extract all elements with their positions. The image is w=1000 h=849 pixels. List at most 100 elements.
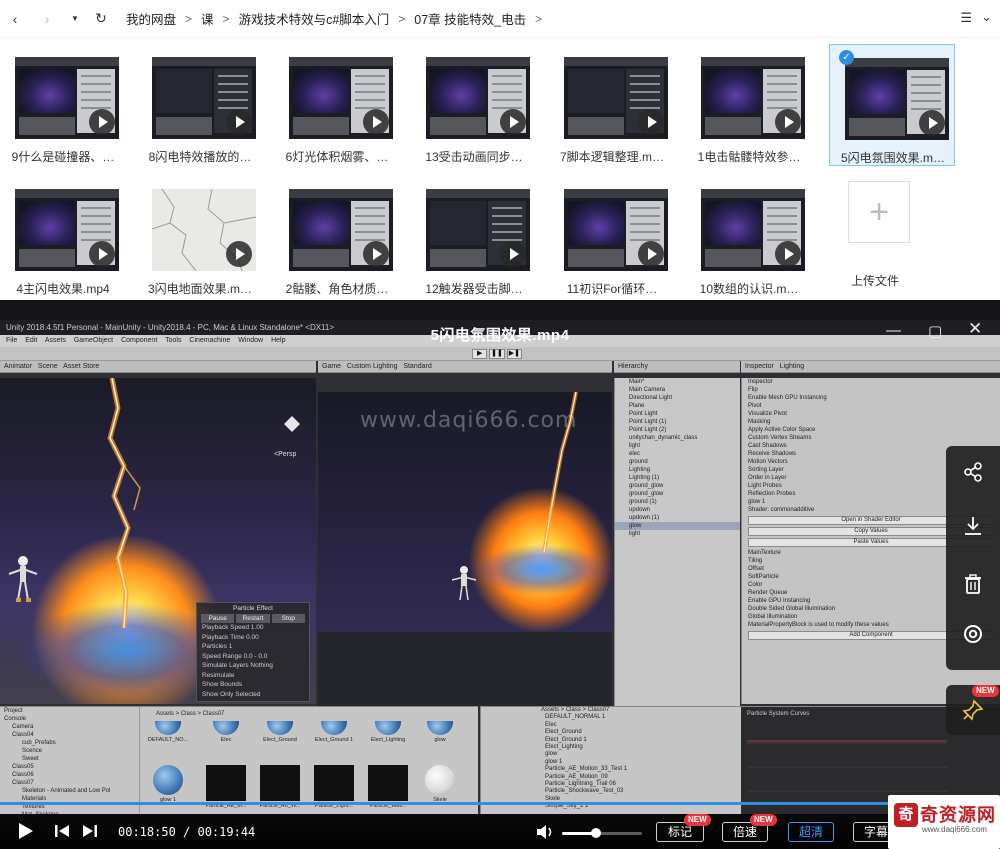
refresh-icon[interactable]: ↻ <box>90 8 112 30</box>
maximize-icon[interactable]: ▢ <box>928 322 942 340</box>
file-tile[interactable]: 8闪电特效播放的… <box>137 44 263 166</box>
volume-icon[interactable] <box>536 823 556 846</box>
video-thumbnail[interactable] <box>564 189 668 271</box>
next-icon[interactable] <box>82 823 98 844</box>
file-tile[interactable]: 13受击动画同步… <box>411 44 537 166</box>
file-tile[interactable]: 4主闪电效果.mp4 <box>0 176 126 298</box>
curves-graph <box>747 740 947 792</box>
play-icon[interactable] <box>16 822 34 845</box>
back-icon[interactable]: ‹ <box>4 8 26 30</box>
file-tile[interactable]: 2骷髅、角色材质… <box>274 176 400 298</box>
delete-icon[interactable] <box>946 564 1000 604</box>
video-thumbnail[interactable] <box>426 189 530 271</box>
file-tile[interactable]: 12触发器受击脚… <box>411 176 537 298</box>
play-overlay-icon[interactable] <box>363 109 389 135</box>
bookmark-new-badge: NEW <box>684 814 711 826</box>
project-tree-item: Scence <box>22 748 43 754</box>
chevron-right-icon: > <box>222 11 230 26</box>
video-thumbnail[interactable] <box>426 57 530 139</box>
video-thumbnail[interactable] <box>289 57 393 139</box>
file-tile[interactable]: 11初识For循环… <box>549 176 675 298</box>
close-icon[interactable]: ✕ <box>968 319 982 339</box>
play-overlay-icon[interactable] <box>89 241 115 267</box>
upload-tile[interactable]: + 上传文件 <box>812 168 938 290</box>
play-overlay-icon[interactable] <box>500 109 526 135</box>
video-thumbnail[interactable] <box>152 57 256 139</box>
file-tile[interactable]: 1电击骷髅特效参… <box>686 44 812 166</box>
play-overlay-icon[interactable] <box>89 109 115 135</box>
play-overlay-icon[interactable] <box>226 241 252 267</box>
frame-inspector-row: Custom Vertex Streams <box>748 435 812 441</box>
play-overlay-icon[interactable] <box>775 109 801 135</box>
breadcrumb-course[interactable]: 课 <box>201 9 214 28</box>
play-overlay-icon[interactable] <box>919 110 945 136</box>
video-thumbnail[interactable] <box>15 57 119 139</box>
logo-name: 奇资源网 <box>920 805 996 826</box>
progress-bar[interactable] <box>0 802 1000 805</box>
play-overlay-icon[interactable] <box>638 109 664 135</box>
asset-label: Elect_Lighting <box>370 737 406 743</box>
file-tile[interactable]: ✓ 5闪电氛围效果.m… <box>829 44 955 166</box>
asset-label: DEFAULT_NO... <box>147 737 189 743</box>
settings-ring-icon[interactable] <box>946 614 1000 654</box>
asset-item: glow 1 <box>146 765 190 803</box>
asset-item: Elect_Lighting <box>366 721 410 743</box>
frame-list-row: Point Light (2) <box>629 427 667 433</box>
player-title: 5闪电氛围效果.mp4 <box>430 327 570 344</box>
logo-mark: 奇 <box>894 803 918 827</box>
video-thumbnail[interactable] <box>701 57 805 139</box>
breadcrumb-chapter[interactable]: 07章 技能特效_电击 <box>414 9 526 28</box>
forward-icon[interactable]: › <box>36 8 58 30</box>
breadcrumb-subject[interactable]: 游戏技术特效与c#脚本入门 <box>239 9 390 28</box>
share-icon[interactable] <box>946 452 1000 492</box>
volume-slider[interactable] <box>562 828 642 838</box>
video-thumbnail[interactable] <box>152 189 256 271</box>
quality-button[interactable]: 超清 <box>788 822 834 842</box>
particle-row: Playback Speed 1.00 <box>202 624 264 631</box>
checkmark-icon[interactable]: ✓ <box>839 50 854 65</box>
file-tile[interactable]: 9什么是碰撞器、… <box>0 44 126 166</box>
play-overlay-icon[interactable] <box>775 241 801 267</box>
minimize-icon[interactable]: — <box>886 322 901 339</box>
project-tree-item: Class07 <box>12 780 34 786</box>
previous-icon[interactable] <box>54 823 70 844</box>
asset-label: Elect_Ground 1 <box>314 737 354 743</box>
frame-list-row: glow <box>615 522 740 530</box>
video-thumbnail[interactable] <box>289 189 393 271</box>
file-tile[interactable]: 3闪电地面效果.m… <box>137 176 263 298</box>
file-grid: + 上传文件 9什么是碰撞器、… 8闪电特效播放的… 6灯光体积烟雾、… 13受击动画… <box>0 38 1000 300</box>
file-tile[interactable]: 7脚本逻辑整理.m… <box>549 44 675 166</box>
video-thumbnail[interactable] <box>845 58 949 140</box>
plus-icon[interactable]: + <box>848 181 910 243</box>
play-overlay-icon[interactable] <box>500 241 526 267</box>
play-overlay-icon[interactable] <box>363 241 389 267</box>
frame-hierarchy-panel: Main* Main Camera Directional Light Plane Po… <box>614 378 740 706</box>
video-thumbnail[interactable] <box>15 189 119 271</box>
frame-list-row: unitychan_dynamic_class <box>629 435 698 441</box>
project2-item: Particle_Lightning_Trail 06 <box>545 781 616 788</box>
frame-scene-tabs: Animator Scene Asset Store <box>0 361 316 373</box>
project-tree-item: Camera <box>12 724 34 730</box>
download-icon[interactable] <box>946 506 1000 546</box>
frame-list-row: ground_glow <box>629 491 664 497</box>
app-window: ‹ › ▼ ↻ 我的网盘 > 课 > 游戏技术特效与c#脚本入门 > 07章 技… <box>0 0 1000 849</box>
project2-item: Particle_Shockwave_Test_03 <box>545 788 624 795</box>
breadcrumb-root[interactable]: 我的网盘 <box>126 9 176 28</box>
asset-item: Elec <box>204 721 248 743</box>
video-thumbnail[interactable] <box>564 57 668 139</box>
video-frame[interactable]: Unity 2018.4.5f1 Personal - MainUnity - … <box>0 320 1000 814</box>
progress-fill <box>0 802 954 805</box>
file-tile[interactable]: 6灯光体积烟雾、… <box>274 44 400 166</box>
video-thumbnail[interactable] <box>701 189 805 271</box>
play-overlay-icon[interactable] <box>638 241 664 267</box>
frame-hierarchy-tab: Hierarchy <box>614 361 740 373</box>
frame-inspector-row: Flip <box>748 387 758 393</box>
frame-list-row: updown (1) <box>629 515 660 521</box>
file-tile[interactable]: 10数组的认识.m… <box>686 176 812 298</box>
history-dropdown-icon[interactable]: ▼ <box>64 8 86 30</box>
more-icon[interactable]: ⌄ <box>981 9 992 25</box>
volume-knob[interactable] <box>590 828 601 838</box>
sort-icon[interactable]: ☰ <box>960 10 972 26</box>
navigation-bar: ‹ › ▼ ↻ 我的网盘 > 课 > 游戏技术特效与c#脚本入门 > 07章 技… <box>0 0 1000 38</box>
play-overlay-icon[interactable] <box>226 109 252 135</box>
